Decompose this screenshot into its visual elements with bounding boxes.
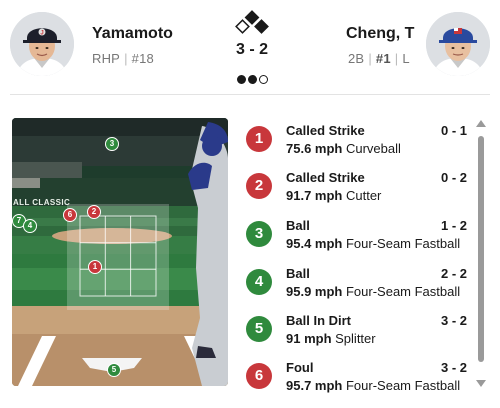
- svg-text:J: J: [40, 31, 43, 37]
- game-state: 3 - 2: [224, 10, 280, 84]
- pitch-speed: 95.7 mph: [286, 378, 343, 393]
- base-first: [254, 19, 269, 34]
- pitch-row[interactable]: 3 Ball 1 - 2 95.4 mph Four-Seam Fastball: [240, 211, 472, 259]
- pitch-type: Four-Seam Fastball: [345, 378, 461, 393]
- pitch-detail: 91 mph Splitter: [286, 331, 376, 346]
- out-dot: [258, 75, 268, 84]
- header-divider: [10, 94, 490, 95]
- base-second: [244, 10, 260, 25]
- pitcher-avatar: J: [10, 12, 74, 76]
- pitcher-number: #18: [131, 51, 154, 66]
- pitch-speed: 95.9 mph: [286, 284, 343, 299]
- pitch-row[interactable]: 4 Ball 2 - 2 95.9 mph Four-Seam Fastball: [240, 259, 472, 307]
- pitch-result: Called Strike: [286, 123, 365, 138]
- scroll-thumb[interactable]: [478, 136, 484, 362]
- batter-name: Cheng, T: [346, 25, 415, 42]
- pitcher-hand: RHP: [92, 51, 121, 66]
- pitch-row[interactable]: 2 Called Strike 0 - 2 91.7 mph Cutter: [240, 163, 472, 211]
- pitch-type: Curveball: [345, 141, 401, 156]
- pitch-detail: 91.7 mph Cutter: [286, 188, 381, 203]
- out-dot: [236, 75, 246, 84]
- pitch-marker[interactable]: 5: [107, 363, 121, 377]
- batter-number: #1: [375, 51, 391, 66]
- outs-indicator: [224, 71, 280, 89]
- pitch-count: 0 - 1: [440, 123, 467, 138]
- pitcher-meta: RHP | #18: [92, 51, 154, 66]
- pitch-speed: 91 mph: [286, 331, 332, 346]
- pitch-result: Ball: [286, 218, 310, 233]
- pitch-count: 3 - 2: [440, 313, 467, 328]
- pitch-count: 2 - 2: [440, 266, 467, 281]
- pitch-location-view: ALL CLASSIC 3 6 2 7 4 1 5: [12, 118, 228, 386]
- matchup-header: J Yamamoto RHP | #18 3 - 2 Cheng, T 2B | #1 |…: [0, 0, 500, 92]
- pitch-type: Cutter: [345, 188, 382, 203]
- field-background: [12, 118, 228, 386]
- pitch-count: 3 - 2: [440, 360, 467, 375]
- pitch-marker[interactable]: 2: [87, 205, 101, 219]
- pitch-detail: 95.9 mph Four-Seam Fastball: [286, 284, 460, 299]
- batter-position: 2B: [348, 51, 365, 66]
- pitch-detail: 95.4 mph Four-Seam Fastball: [286, 236, 460, 251]
- pitch-result: Ball: [286, 266, 310, 281]
- pitch-count: 1 - 2: [440, 218, 467, 233]
- pitch-detail: 75.6 mph Curveball: [286, 141, 401, 156]
- pitch-number-badge: 1: [246, 126, 272, 152]
- pitch-detail: 95.7 mph Four-Seam Fastball: [286, 378, 460, 393]
- meta-separator: |: [124, 51, 128, 66]
- scroll-down-arrow-icon[interactable]: [476, 380, 486, 387]
- outfield-banner-text: ALL CLASSIC: [13, 198, 71, 207]
- base-third: [235, 19, 250, 34]
- pitch-result: Foul: [286, 360, 314, 375]
- pitch-speed: 91.7 mph: [286, 188, 343, 203]
- meta-separator: |: [368, 51, 372, 66]
- pitch-count: 0 - 2: [440, 170, 467, 185]
- pitch-row[interactable]: 1 Called Strike 0 - 1 75.6 mph Curveball: [240, 116, 472, 164]
- pitch-marker[interactable]: 4: [23, 219, 37, 233]
- pitch-number-badge: 3: [246, 221, 272, 247]
- pitch-list[interactable]: 1 Called Strike 0 - 1 75.6 mph Curveball…: [240, 112, 472, 398]
- pitcher-name: Yamamoto: [92, 25, 173, 42]
- pitch-type: Four-Seam Fastball: [345, 284, 461, 299]
- pitch-type: Splitter: [335, 331, 376, 346]
- pitch-result: Called Strike: [286, 170, 365, 185]
- pitch-speed: 75.6 mph: [286, 141, 343, 156]
- pitch-marker[interactable]: 1: [88, 260, 102, 274]
- out-dot: [247, 75, 257, 84]
- pitch-marker[interactable]: 3: [105, 137, 119, 151]
- batter-bats: L: [402, 51, 410, 66]
- pitch-number-badge: 5: [246, 316, 272, 342]
- scroll-up-arrow-icon[interactable]: [476, 120, 486, 127]
- pitch-speed: 95.4 mph: [286, 236, 343, 251]
- pitch-row[interactable]: 6 Foul 3 - 2 95.7 mph Four-Seam Fastball: [240, 353, 472, 398]
- pitch-number-badge: 2: [246, 173, 272, 199]
- meta-separator: |: [394, 51, 399, 66]
- pitch-number-badge: 4: [246, 269, 272, 295]
- pitch-row[interactable]: 5 Ball In Dirt 3 - 2 91 mph Splitter: [240, 306, 472, 354]
- pitch-list-scrollbar[interactable]: [476, 120, 486, 390]
- pitch-type: Four-Seam Fastball: [345, 236, 461, 251]
- pitch-number-badge: 6: [246, 363, 272, 389]
- batter-avatar: [426, 12, 490, 76]
- batter-meta: 2B | #1 | L: [348, 51, 410, 66]
- bases-diamond: [235, 10, 269, 34]
- pitch-marker[interactable]: 6: [63, 208, 77, 222]
- ball-strike-count: 3 - 2: [235, 41, 268, 58]
- pitch-result: Ball In Dirt: [286, 313, 352, 328]
